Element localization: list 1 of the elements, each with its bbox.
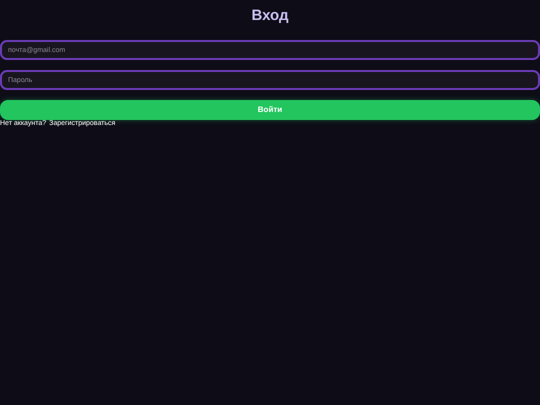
page-title: Вход xyxy=(250,8,290,23)
